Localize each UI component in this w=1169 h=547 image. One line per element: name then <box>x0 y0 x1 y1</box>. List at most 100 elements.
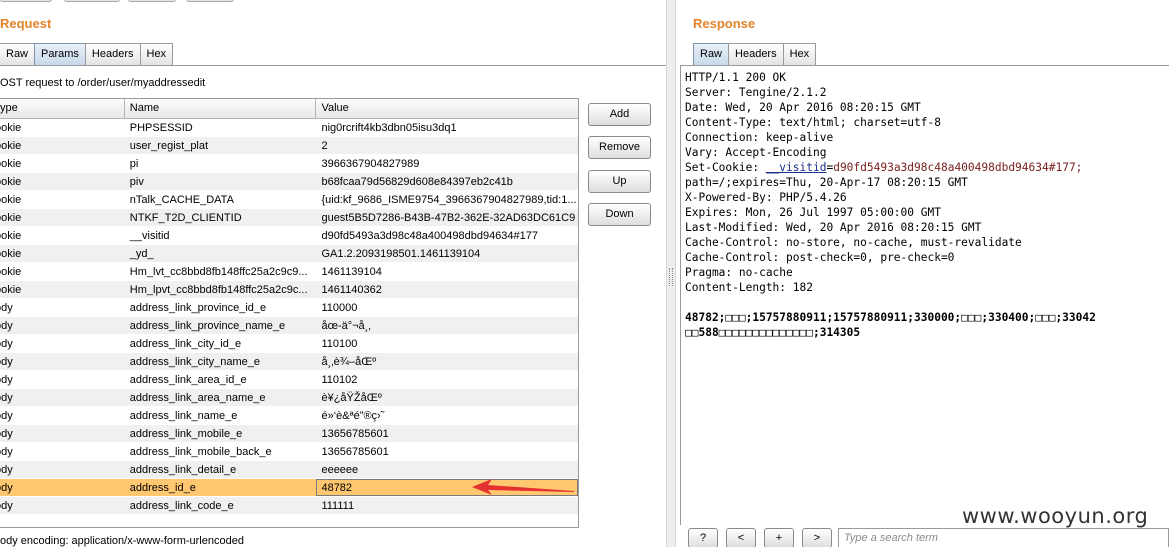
table-row[interactable]: ookiepivb68fcaa79d56829d608e84397eb2c41b <box>0 173 578 191</box>
table-row[interactable]: odyaddress_link_name_eé»‘è&ªé”®ç›˜ <box>0 407 578 425</box>
cell-value[interactable]: è¥¿åŸŽåŒº <box>316 389 578 406</box>
cell-type[interactable]: ookie <box>0 173 125 190</box>
cell-name[interactable]: address_link_city_id_e <box>125 335 317 352</box>
cell-value[interactable]: b68fcaa79d56829d608e84397eb2c41b <box>316 173 578 190</box>
table-row[interactable]: odyaddress_link_mobile_e13656785601 <box>0 425 578 443</box>
table-row[interactable]: ookieNTKF_T2D_CLIENTIDguest5B5D7286-B43B… <box>0 209 578 227</box>
cell-name[interactable]: PHPSESSID <box>125 119 317 136</box>
cell-type[interactable]: ody <box>0 497 125 514</box>
toolbar-button-stub[interactable] <box>186 0 234 2</box>
cell-value[interactable]: åœ-ä°¬å¸‚ <box>316 317 578 334</box>
cell-type[interactable]: ody <box>0 389 125 406</box>
cell-name[interactable]: pi <box>125 155 317 172</box>
cell-name[interactable]: address_link_area_id_e <box>125 371 317 388</box>
cell-type[interactable]: ookie <box>0 119 125 136</box>
cell-name[interactable]: piv <box>125 173 317 190</box>
cell-value[interactable]: 1461140362 <box>316 281 578 298</box>
tab-hex[interactable]: Hex <box>782 43 817 65</box>
cell-value[interactable]: 110100 <box>316 335 578 352</box>
cell-value[interactable]: 2 <box>316 137 578 154</box>
pane-splitter[interactable] <box>666 0 676 547</box>
toolbar-button-stub[interactable] <box>64 0 120 2</box>
table-row[interactable]: odyaddress_link_detail_eeeeeee <box>0 461 578 479</box>
table-row[interactable]: ookieHm_lpvt_cc8bbd8fb148ffc25a2c9c...14… <box>0 281 578 299</box>
cell-type[interactable]: ookie <box>0 137 125 154</box>
cell-name[interactable]: address_link_detail_e <box>125 461 317 478</box>
tab-headers[interactable]: Headers <box>728 43 784 65</box>
table-row[interactable]: odyaddress_link_province_name_eåœ-ä°¬å¸‚ <box>0 317 578 335</box>
cell-name[interactable]: Hm_lvt_cc8bbd8fb148ffc25a2c9c9... <box>125 263 317 280</box>
cell-type[interactable]: ody <box>0 407 125 424</box>
table-row[interactable]: ookieHm_lvt_cc8bbd8fb148ffc25a2c9c9...14… <box>0 263 578 281</box>
cell-type[interactable]: ody <box>0 317 125 334</box>
table-row[interactable]: ookiepi3966367904827989 <box>0 155 578 173</box>
table-row[interactable]: ookiePHPSESSIDnig0rcrift4kb3dbn05isu3dq1 <box>0 119 578 137</box>
cell-type[interactable]: ookie <box>0 245 125 262</box>
table-row[interactable]: odyaddress_link_mobile_back_e13656785601 <box>0 443 578 461</box>
tab-headers[interactable]: Headers <box>84 43 141 65</box>
table-row[interactable]: ookienTalk_CACHE_DATA{uid:kf_9686_ISME97… <box>0 191 578 209</box>
table-row[interactable]: odyaddress_link_city_name_eå¸‚è¾–åŒº <box>0 353 578 371</box>
plus-button[interactable]: + <box>764 528 794 547</box>
remove-button[interactable]: Remove <box>588 136 651 159</box>
response-raw-text[interactable]: HTTP/1.1 200 OK Server: Tengine/2.1.2 Date… <box>685 70 1169 525</box>
cell-value[interactable]: 13656785601 <box>316 425 578 442</box>
cell-name[interactable]: user_regist_plat <box>125 137 317 154</box>
table-row[interactable]: odyaddress_link_area_name_eè¥¿åŸŽåŒº <box>0 389 578 407</box>
cell-type[interactable]: ookie <box>0 191 125 208</box>
cell-type[interactable]: ody <box>0 371 125 388</box>
cell-type[interactable]: ody <box>0 299 125 316</box>
cell-name[interactable]: address_link_province_name_e <box>125 317 317 334</box>
cell-type[interactable]: ody <box>0 425 125 442</box>
toolbar-button-stub[interactable] <box>128 0 176 2</box>
table-row[interactable]: ookie__visitidd90fd5493a3d98c48a400498db… <box>0 227 578 245</box>
cell-value[interactable]: 13656785601 <box>316 443 578 460</box>
cell-name[interactable]: address_link_mobile_e <box>125 425 317 442</box>
table-row[interactable]: odyaddress_link_code_e111111 <box>0 497 578 515</box>
table-row[interactable]: odyaddress_link_city_id_e110100 <box>0 335 578 353</box>
cell-type[interactable]: ody <box>0 443 125 460</box>
cell-value[interactable]: nig0rcrift4kb3dbn05isu3dq1 <box>316 119 578 136</box>
cell-type[interactable]: ookie <box>0 227 125 244</box>
cell-value[interactable]: {uid:kf_9686_ISME9754_3966367904827989,t… <box>316 191 578 208</box>
cell-value[interactable]: 3966367904827989 <box>316 155 578 172</box>
cell-value[interactable]: 111111 <box>316 497 578 514</box>
cell-type[interactable]: ody <box>0 335 125 352</box>
cell-name[interactable]: address_link_province_id_e <box>125 299 317 316</box>
cell-type[interactable]: ookie <box>0 281 125 298</box>
tab-raw[interactable]: Raw <box>693 43 730 65</box>
search-input[interactable]: Type a search term <box>838 528 1169 547</box>
cell-name[interactable]: address_link_city_name_e <box>125 353 317 370</box>
cell-value[interactable]: é»‘è&ªé”®ç›˜ <box>316 407 578 424</box>
cell-type[interactable]: ody <box>0 353 125 370</box>
tab-raw[interactable]: Raw <box>0 43 36 65</box>
cell-type[interactable]: ookie <box>0 263 125 280</box>
cell-value[interactable]: 1461139104 <box>316 263 578 280</box>
toolbar-button-stub[interactable] <box>0 0 52 2</box>
cell-name[interactable]: __visitid <box>125 227 317 244</box>
cell-name[interactable]: address_link_area_name_e <box>125 389 317 406</box>
cell-value[interactable]: 110000 <box>316 299 578 316</box>
cell-name[interactable]: address_link_mobile_back_e <box>125 443 317 460</box>
column-header-value[interactable]: Value <box>316 99 578 118</box>
splitter-grip-icon[interactable] <box>669 268 673 286</box>
add-button[interactable]: Add <box>588 103 651 126</box>
tab-params[interactable]: Params <box>34 43 86 65</box>
table-row[interactable]: odyaddress_link_area_id_e110102 <box>0 371 578 389</box>
cell-type[interactable]: ody <box>0 461 125 478</box>
cell-type[interactable]: ody <box>0 479 125 496</box>
table-row[interactable]: odyaddress_link_province_id_e110000 <box>0 299 578 317</box>
cell-value[interactable]: å¸‚è¾–åŒº <box>316 353 578 370</box>
cell-type[interactable]: ookie <box>0 155 125 172</box>
column-header-name[interactable]: Name <box>125 99 317 118</box>
cell-name[interactable]: address_link_name_e <box>125 407 317 424</box>
cell-name[interactable]: address_id_e <box>125 479 317 496</box>
cell-name[interactable]: address_link_code_e <box>125 497 317 514</box>
cell-name[interactable]: nTalk_CACHE_DATA <box>125 191 317 208</box>
tab-hex[interactable]: Hex <box>139 43 174 65</box>
cell-name[interactable]: NTKF_T2D_CLIENTID <box>125 209 317 226</box>
table-row[interactable]: ookie_yd_GA1.2.2093198501.1461139104 <box>0 245 578 263</box>
previous-button[interactable]: < <box>726 528 756 547</box>
up-button[interactable]: Up <box>588 170 651 193</box>
help-button[interactable]: ? <box>688 528 718 547</box>
